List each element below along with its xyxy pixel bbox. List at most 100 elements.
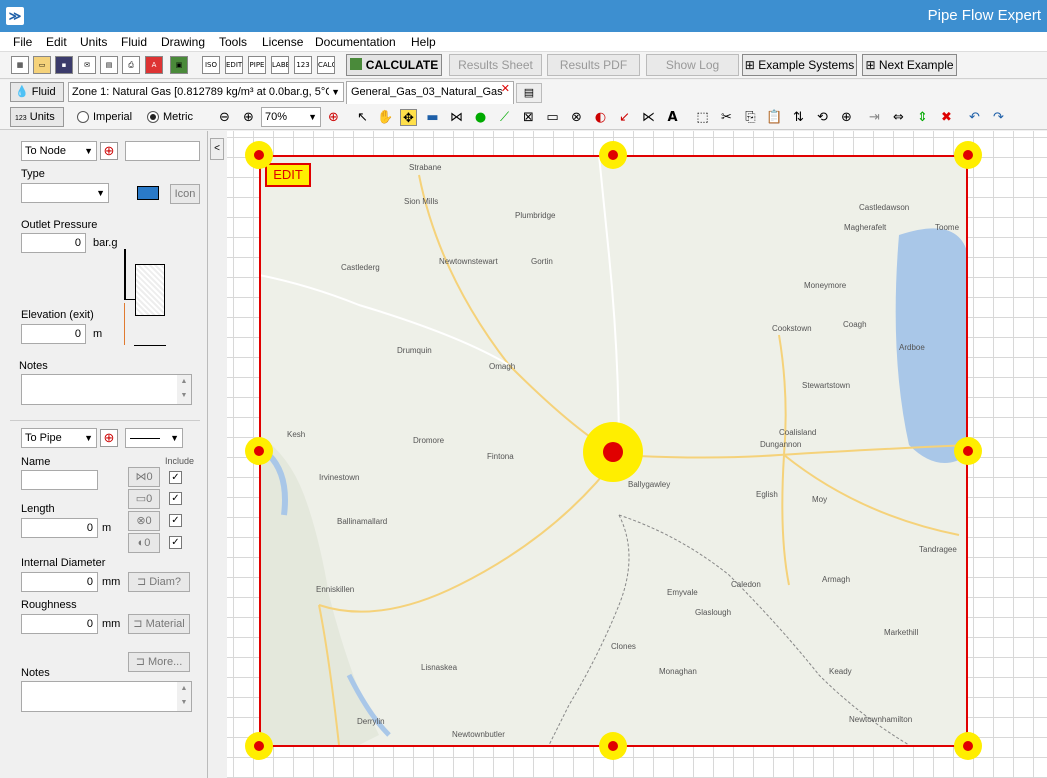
resize-handle-bottom[interactable] <box>599 732 627 760</box>
collapse-panel-button[interactable]: < <box>210 138 224 160</box>
redo-icon[interactable]: ↷ <box>990 109 1007 126</box>
results-pdf-button[interactable]: Results PDF <box>547 54 640 76</box>
text-tool-icon[interactable]: A <box>664 109 681 126</box>
drawing-canvas[interactable]: Strabane Sion Mills Plumbridge Gortin Ca… <box>227 131 1047 778</box>
material-button[interactable]: ⊐ Material <box>128 614 190 634</box>
flip-icon[interactable]: ⇅ <box>790 109 807 126</box>
image-icon[interactable]: ▣ <box>170 56 188 74</box>
fitting-control-button[interactable]: ⊗0 <box>128 511 160 531</box>
align-icon[interactable]: ⇥ <box>866 109 883 126</box>
undo-icon[interactable]: ↶ <box>966 109 983 126</box>
length-field[interactable]: 0 <box>21 518 98 538</box>
pointer-icon[interactable]: ↖ <box>354 109 371 126</box>
menu-documentation[interactable]: Documentation <box>315 35 396 49</box>
node-icon[interactable]: ● <box>472 109 489 126</box>
cut-icon[interactable]: ✂ <box>718 109 735 126</box>
example-systems-button[interactable]: ⊞ Example Systems <box>742 54 857 76</box>
new-tab-button[interactable]: ▤ <box>516 83 542 103</box>
print-icon[interactable]: ⎙ <box>122 56 140 74</box>
roughness-field[interactable]: 0 <box>21 614 98 634</box>
notes-scrollbar[interactable]: ▲ ▼ <box>177 682 191 711</box>
delete-icon[interactable]: ✖ <box>938 109 955 126</box>
include-controls-checkbox[interactable]: ✓ <box>169 514 182 527</box>
move-handle-center[interactable] <box>583 422 643 482</box>
resize-handle-right[interactable] <box>954 437 982 465</box>
rotate-icon[interactable]: ⟲ <box>814 109 831 126</box>
imperial-radio[interactable] <box>77 111 89 123</box>
pdf-icon[interactable]: A <box>145 56 163 74</box>
pan-hand-icon[interactable]: ✋ <box>377 109 394 126</box>
locate-pipe-icon[interactable]: ⊕ <box>100 429 118 447</box>
locate-node-icon[interactable]: ⊕ <box>100 142 118 160</box>
to-node-select[interactable]: To Node ▼ <box>21 141 97 161</box>
zoom-out-icon[interactable]: ⊖ <box>216 109 233 126</box>
show-log-button[interactable]: Show Log <box>646 54 739 76</box>
pump-icon[interactable]: ◐ <box>592 109 609 126</box>
menu-help[interactable]: Help <box>411 35 436 49</box>
fluid-button[interactable]: 💧 Fluid <box>10 82 64 102</box>
resize-handle-left[interactable] <box>245 437 273 465</box>
zone-select[interactable]: Zone 1: Natural Gas [0.812789 kg/m³ at 0… <box>68 82 344 102</box>
spacing-icon[interactable]: ⇕ <box>914 109 931 126</box>
distribute-icon[interactable]: ⇔ <box>890 109 907 126</box>
pipe-draw-icon[interactable]: ⟋ <box>496 109 513 126</box>
units-button[interactable]: 123 Units <box>10 107 64 127</box>
pipe-name-field[interactable] <box>21 470 98 490</box>
save-icon[interactable]: ▪ <box>55 56 73 74</box>
email-icon[interactable]: ✉ <box>78 56 96 74</box>
menu-units[interactable]: Units <box>80 35 107 49</box>
fitting-valve-button[interactable]: ⋈0 <box>128 467 160 487</box>
next-example-button[interactable]: ⊞ Next Example <box>862 54 957 76</box>
image-insert-icon[interactable]: ▭ <box>544 109 561 126</box>
paste-icon[interactable]: 📋 <box>766 109 783 126</box>
node-type-select[interactable]: ▼ <box>21 183 109 203</box>
pipe-notes-field[interactable]: ▲ ▼ <box>21 681 192 712</box>
resize-handle-top[interactable] <box>599 141 627 169</box>
resize-handle-top-left[interactable] <box>245 141 273 169</box>
check-valve-icon[interactable]: ⋉ <box>640 109 657 126</box>
internal-diameter-field[interactable]: 0 <box>21 572 98 592</box>
line-style-select[interactable]: ▼ <box>125 428 183 448</box>
zoom-select-icon[interactable]: ⊕ <box>838 109 855 126</box>
menu-file[interactable]: File <box>13 35 32 49</box>
include-fittings-checkbox[interactable]: ✓ <box>169 471 182 484</box>
diam-button[interactable]: ⊐ Diam? <box>128 572 190 592</box>
move-icon[interactable]: ✥ <box>400 109 417 126</box>
valve-icon[interactable]: ⋈ <box>448 109 465 126</box>
node-notes-field[interactable]: ▲ ▼ <box>21 374 192 405</box>
numbers-icon[interactable]: 123 <box>294 56 312 74</box>
menu-license[interactable]: License <box>262 35 303 49</box>
include-components-checkbox[interactable]: ✓ <box>169 492 182 505</box>
zoom-in-icon[interactable]: ⊕ <box>240 109 257 126</box>
notes-scrollbar[interactable]: ▲ ▼ <box>177 375 191 404</box>
zoom-fit-icon[interactable]: ⊕ <box>325 109 342 126</box>
label-mode-icon[interactable]: LABEL <box>271 56 289 74</box>
edit-badge[interactable]: EDIT <box>265 163 311 187</box>
tab-document[interactable]: General_Gas_03_Natural_Gas ✕ <box>346 81 514 104</box>
select-box-icon[interactable]: ⬚ <box>694 109 711 126</box>
close-tab-icon[interactable]: ✕ <box>501 79 510 100</box>
zoom-select[interactable]: 70% ▼ <box>261 107 321 127</box>
fitting-component-button[interactable]: ▭0 <box>128 489 160 509</box>
copy-icon[interactable]: ⎘ <box>742 109 759 126</box>
app-logo-icon[interactable]: ≫ <box>6 7 24 25</box>
results-sheet-button[interactable]: Results Sheet <box>449 54 542 76</box>
export-icon[interactable]: ▤ <box>100 56 118 74</box>
pressure-icon[interactable]: ↙ <box>616 109 633 126</box>
menu-drawing[interactable]: Drawing <box>161 35 205 49</box>
calc-mode-icon[interactable]: CALC <box>317 56 335 74</box>
menu-edit[interactable]: Edit <box>46 35 67 49</box>
fitting-icon[interactable]: ⊠ <box>520 109 537 126</box>
include-pumps-checkbox[interactable]: ✓ <box>169 536 182 549</box>
edit-mode-icon[interactable]: EDIT <box>225 56 243 74</box>
calculate-button[interactable]: CALCULATE <box>346 54 442 76</box>
component-icon[interactable]: ⊗ <box>568 109 585 126</box>
resize-handle-bottom-left[interactable] <box>245 732 273 760</box>
fitting-pump-button[interactable]: ◐0 <box>128 533 160 553</box>
menu-fluid[interactable]: Fluid <box>121 35 147 49</box>
to-pipe-select[interactable]: To Pipe ▼ <box>21 428 97 448</box>
node-name-field[interactable] <box>125 141 200 161</box>
open-folder-icon[interactable]: ▭ <box>33 56 51 74</box>
elevation-field[interactable]: 0 <box>21 324 86 344</box>
iso-icon[interactable]: ISO <box>202 56 220 74</box>
